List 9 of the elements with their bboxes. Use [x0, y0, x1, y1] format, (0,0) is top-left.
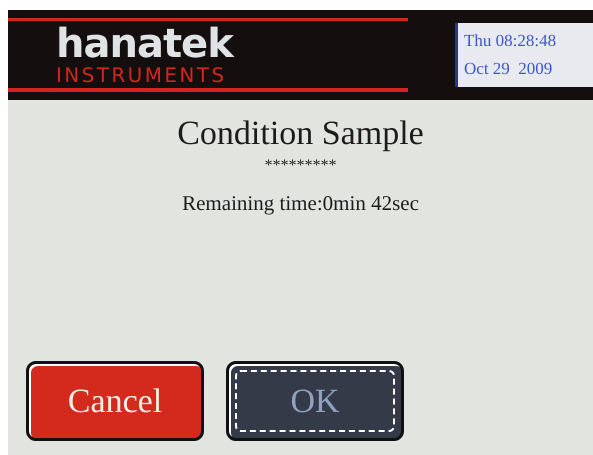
screen-title: Condition Sample [177, 114, 424, 154]
brand-logo: hanatek [56, 24, 236, 64]
progress-stars: ********* [264, 156, 336, 176]
remaining-time: Remaining time:0min 42sec [182, 190, 419, 216]
ok-button[interactable]: OK [226, 361, 404, 441]
cancel-button[interactable]: Cancel [26, 361, 204, 441]
clock-date: Oct 29 2009 [464, 58, 554, 80]
brand-subtitle: INSTRUMENTS [56, 64, 228, 86]
clock-time: Thu 08:28:48 [464, 30, 558, 52]
